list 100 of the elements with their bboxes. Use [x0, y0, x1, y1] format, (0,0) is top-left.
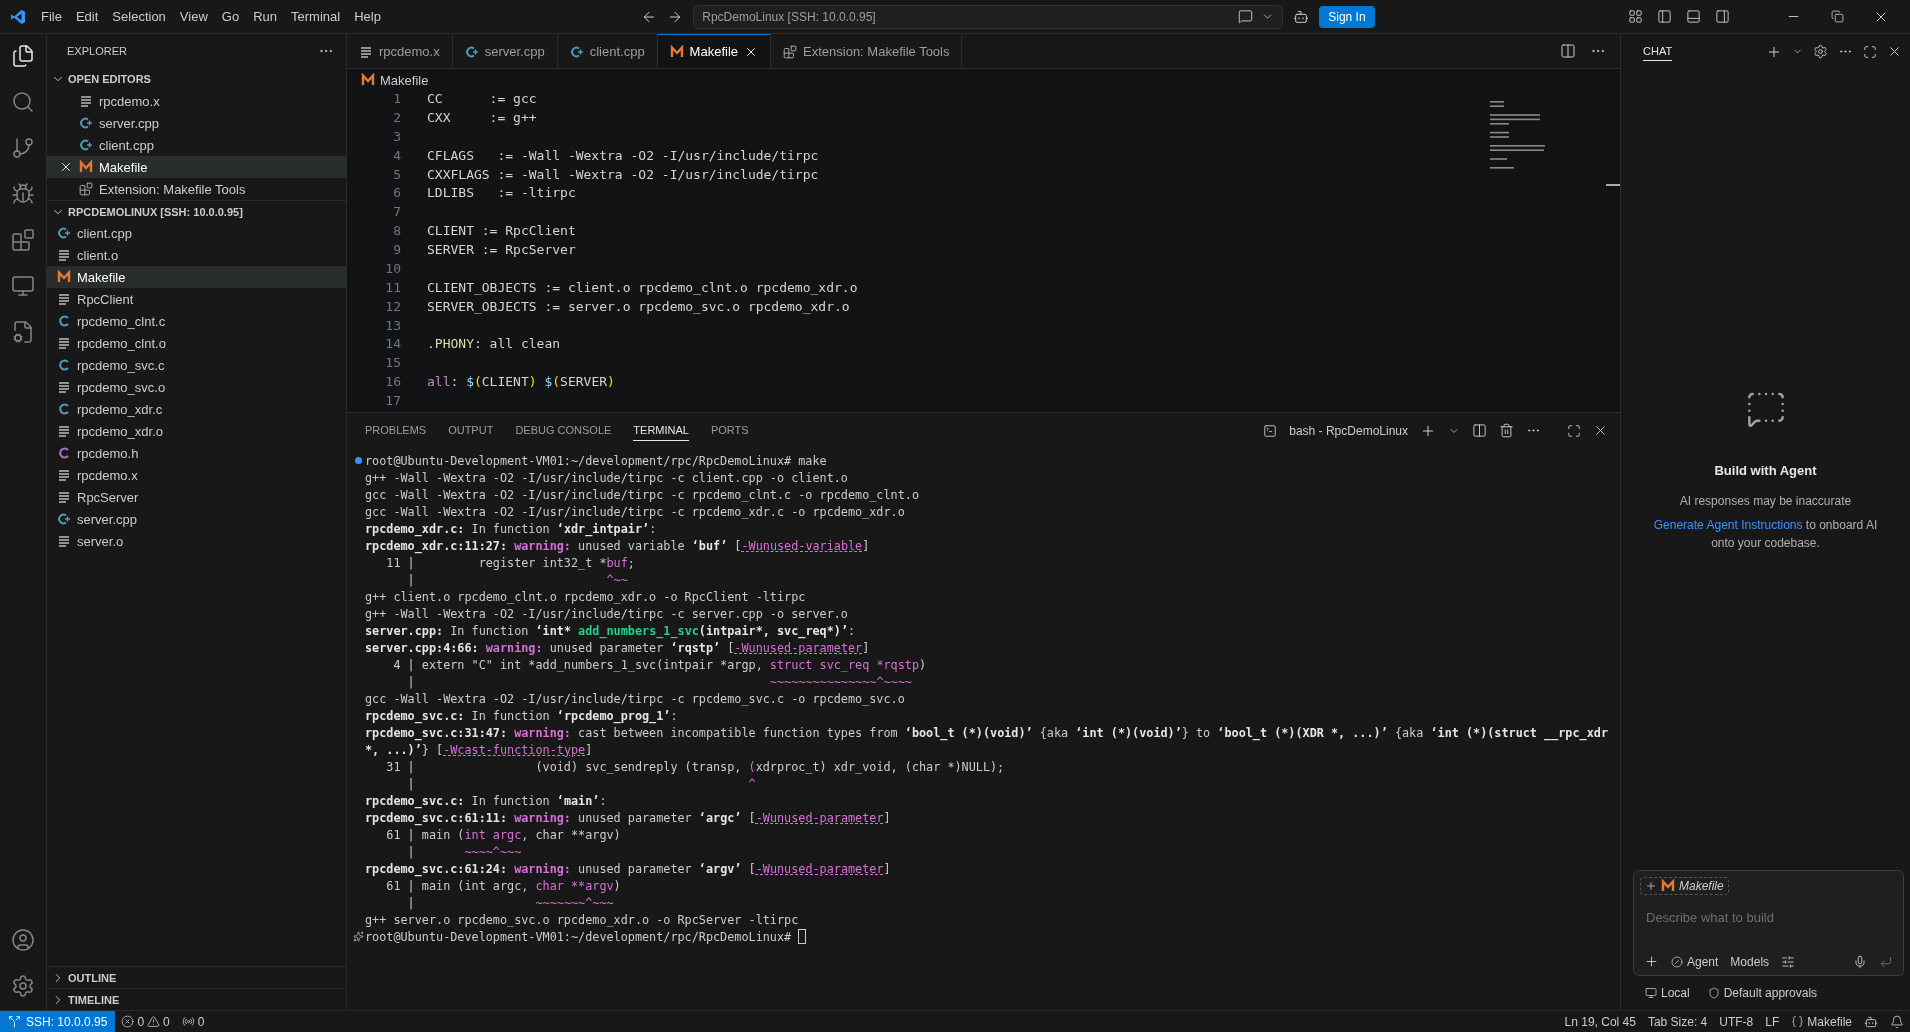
menu-item[interactable]: File: [34, 5, 69, 28]
bell-icon[interactable]: [1890, 1014, 1904, 1029]
settings-icon[interactable]: [1813, 44, 1828, 59]
file-tree-item[interactable]: rpcdemo_svc.c: [47, 354, 346, 376]
restore-icon[interactable]: [1830, 10, 1844, 23]
agent-mode-button[interactable]: Agent: [1671, 954, 1719, 969]
toggle-sidebar-icon[interactable]: [1657, 9, 1672, 24]
explorer-icon[interactable]: [11, 44, 35, 68]
status-item[interactable]: UTF-8: [1713, 1014, 1760, 1029]
ports-icon[interactable]: [181, 1015, 195, 1028]
add-context-icon[interactable]: [1644, 954, 1659, 969]
file-tree-item[interactable]: Makefile: [47, 266, 346, 288]
panel-tab[interactable]: OUTPUT: [448, 420, 494, 441]
close-icon[interactable]: [1887, 44, 1902, 59]
search-icon[interactable]: [11, 90, 35, 114]
terminal-icon[interactable]: [1263, 423, 1278, 438]
copilot-icon[interactable]: [1864, 1014, 1878, 1029]
panel-tab[interactable]: PROBLEMS: [365, 420, 427, 441]
command-center[interactable]: RpcDemoLinux [SSH: 10.0.0.95]: [693, 4, 1284, 29]
language-status[interactable]: Makefile: [1785, 1014, 1858, 1029]
maximize-icon[interactable]: [1567, 423, 1581, 438]
file-tree-item[interactable]: client.o: [47, 244, 346, 266]
remote-explorer-icon[interactable]: [11, 274, 35, 298]
menu-item[interactable]: Go: [214, 5, 247, 28]
menu-item[interactable]: Run: [246, 5, 284, 28]
command-status-dot[interactable]: [354, 457, 362, 464]
models-button[interactable]: Models: [1730, 954, 1770, 969]
braces-icon[interactable]: [1791, 1015, 1805, 1028]
file-tree-item[interactable]: rpcdemo_clnt.c: [47, 310, 346, 332]
account-icon[interactable]: [11, 928, 35, 952]
layout-icon[interactable]: [1628, 9, 1643, 24]
send-icon[interactable]: [1879, 954, 1893, 969]
microphone-icon[interactable]: [1853, 954, 1867, 969]
chat-input-box[interactable]: Makefile Describe what to build Agent Models: [1633, 870, 1904, 976]
split-terminal-icon[interactable]: [1472, 423, 1487, 438]
copilot-icon[interactable]: [1293, 8, 1310, 25]
menu-item[interactable]: View: [172, 5, 215, 28]
warning-icon[interactable]: [147, 1015, 161, 1028]
chat-bubble-icon[interactable]: [1238, 9, 1254, 24]
remote-indicator[interactable]: SSH: 10.0.0.95: [0, 1011, 116, 1032]
plus-icon[interactable]: [1645, 880, 1657, 892]
extensions-icon[interactable]: [11, 228, 35, 252]
problems-status[interactable]: 0 0: [115, 1014, 176, 1029]
open-editor-item[interactable]: client.cpp: [47, 134, 346, 156]
trash-icon[interactable]: [1499, 423, 1514, 438]
chat-tab[interactable]: CHAT: [1643, 42, 1673, 61]
file-tree-item[interactable]: rpcdemo_clnt.o: [47, 332, 346, 354]
chat-option[interactable]: Local: [1645, 986, 1690, 1000]
section-header[interactable]: OPEN EDITORS: [47, 68, 346, 90]
error-icon[interactable]: [121, 1015, 135, 1028]
toggle-secondary-sidebar-icon[interactable]: [1715, 9, 1730, 24]
close-icon[interactable]: [59, 160, 73, 174]
menu-item[interactable]: Edit: [68, 5, 106, 28]
file-tree-item[interactable]: client.cpp: [47, 222, 346, 244]
open-editor-item[interactable]: Extension: Makefile Tools: [47, 178, 346, 200]
toggle-panel-icon[interactable]: [1686, 9, 1701, 24]
file-tree-item[interactable]: rpcdemo_xdr.c: [47, 398, 346, 420]
file-tree-item[interactable]: rpcdemo.h: [47, 442, 346, 464]
run-debug-icon[interactable]: [11, 182, 35, 206]
menu-item[interactable]: Terminal: [284, 5, 348, 28]
generate-instructions-link[interactable]: Generate Agent Instructions: [1653, 518, 1803, 532]
menu-item[interactable]: Selection: [105, 5, 173, 28]
editor-tab[interactable]: Makefile: [657, 34, 772, 68]
maximize-icon[interactable]: [1863, 44, 1877, 59]
attachment-chip[interactable]: Makefile: [1640, 877, 1729, 895]
ports-status[interactable]: 0: [175, 1014, 211, 1029]
terminal-name[interactable]: bash - RpcDemoLinux: [1289, 423, 1408, 438]
close-icon[interactable]: [1593, 423, 1608, 438]
app-logo-icon[interactable]: [10, 8, 26, 25]
monitor-icon[interactable]: [1645, 987, 1657, 999]
file-tree-item[interactable]: RpcClient: [47, 288, 346, 310]
slash-circle-icon[interactable]: [1671, 955, 1683, 968]
shield-icon[interactable]: [1707, 987, 1720, 999]
sign-in-button[interactable]: Sign In: [1319, 5, 1375, 28]
chat-input[interactable]: Describe what to build: [1644, 909, 1897, 926]
status-item[interactable]: Tab Size: 4: [1641, 1014, 1714, 1029]
remote-icon[interactable]: [8, 1015, 21, 1028]
open-editor-item[interactable]: Makefile: [47, 156, 346, 178]
open-editor-item[interactable]: rpcdemo.x: [47, 90, 346, 112]
settings-icon[interactable]: [11, 974, 35, 998]
section-header[interactable]: RPCDEMOLINUX [SSH: 10.0.0.95]: [47, 200, 346, 222]
menu-item[interactable]: Help: [347, 5, 388, 28]
status-item[interactable]: Ln 19, Col 45: [1558, 1014, 1642, 1029]
file-tree-item[interactable]: RpcServer: [47, 486, 346, 508]
file-tree-item[interactable]: rpcdemo.x: [47, 464, 346, 486]
panel-tab[interactable]: PORTS: [710, 420, 749, 441]
file-tree-item[interactable]: server.o: [47, 530, 346, 552]
source-control-icon[interactable]: [11, 136, 35, 160]
chat-option[interactable]: Default approvals: [1707, 986, 1818, 1000]
status-item[interactable]: LF: [1759, 1014, 1786, 1029]
open-editor-item[interactable]: server.cpp: [47, 112, 346, 134]
file-tree-item[interactable]: rpcdemo_xdr.o: [47, 420, 346, 442]
section-header[interactable]: OUTLINE: [47, 966, 346, 988]
file-gear-icon[interactable]: [11, 320, 35, 344]
split-editor-icon[interactable]: [1560, 43, 1576, 59]
file-tree-item[interactable]: server.cpp: [47, 508, 346, 530]
panel-tab[interactable]: TERMINAL: [633, 420, 689, 441]
tools-icon[interactable]: [1781, 954, 1796, 969]
panel-tab[interactable]: DEBUG CONSOLE: [515, 420, 612, 441]
file-tree-item[interactable]: rpcdemo_svc.o: [47, 376, 346, 398]
